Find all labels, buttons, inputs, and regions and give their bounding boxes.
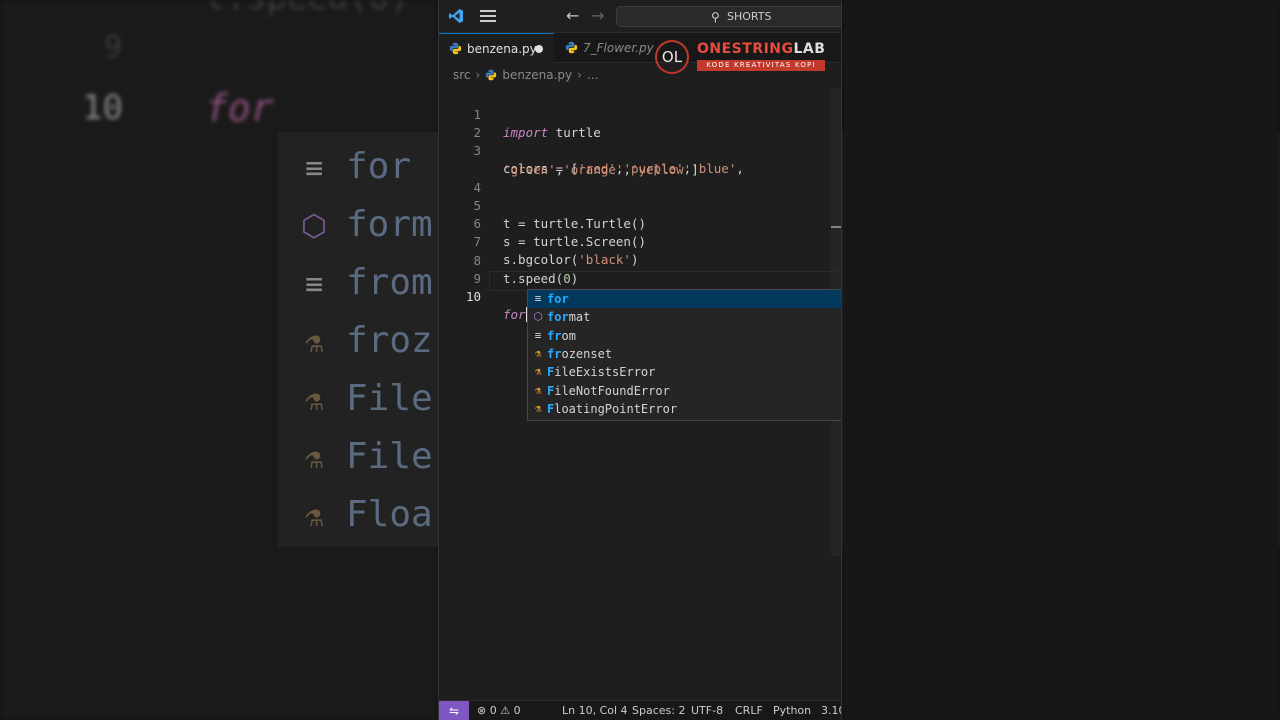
code-line: 4 (439, 161, 841, 195)
suggestion-item[interactable]: ⚗ FileExistsError (528, 363, 841, 381)
problems-indicator[interactable]: ⊗ 0 ⚠ 0 (477, 701, 521, 720)
watermark-logo: OL ONESTRINGLAB KODE KREATIVITAS KOPI (655, 38, 827, 76)
bg-suggest-row: ≡ for (304, 146, 412, 187)
python-version[interactable]: 3.10 (821, 701, 841, 720)
logo-subtitle: KODE KREATIVITAS KOPI (697, 60, 825, 71)
code-line: 3 colors = ['red','purple','blue', (439, 124, 841, 176)
code-line: 8 t.speed(0) (439, 234, 841, 286)
tab-benzena[interactable]: benzena.py (439, 33, 554, 63)
code-line: 2 (439, 106, 841, 140)
tab-label: benzena.py (467, 42, 537, 56)
warning-icon: ⚠ (500, 704, 511, 717)
keyword-icon: ≡ (534, 292, 542, 305)
unsaved-dot-icon[interactable] (535, 45, 543, 53)
read-more-icon[interactable] (841, 296, 842, 299)
back-arrow-icon[interactable]: ← (566, 6, 579, 25)
bg-suggest-row: ⚗ Floa (304, 494, 433, 535)
indentation[interactable]: Spaces: 2 (632, 701, 685, 720)
tab-label: 7_Flower.py (583, 41, 654, 55)
chevron-right-icon: › (475, 68, 481, 82)
code-line: 6 s = turtle.Screen() (439, 197, 841, 249)
code-line: 9 (439, 252, 841, 286)
scrollbar-marker (831, 226, 841, 228)
code-line: 7 s.bgcolor('black') (439, 215, 841, 267)
status-bar: ⇋ ⊗ 0 ⚠ 0 Ln 10, Col 4 Spaces: 2 UTF-8 C… (439, 700, 841, 720)
breadcrumb-more[interactable]: ... (587, 68, 598, 82)
suggestion-item[interactable]: ⚗ FileNotFoundError (528, 382, 841, 400)
title-bar: ← → ⚲ SHORTS (439, 0, 841, 33)
line-number: 10 (465, 289, 481, 304)
bg-code-top: t.speed(0) (205, 0, 410, 18)
class-icon: ⚗ (534, 365, 542, 379)
language-mode[interactable]: Python (773, 701, 811, 720)
command-center-label: SHORTS (727, 10, 772, 23)
keyword-icon: ≡ (534, 328, 542, 342)
encoding[interactable]: UTF-8 (691, 701, 723, 720)
code-line: 5 t = turtle.Turtle() (439, 179, 841, 231)
error-icon: ⊗ (477, 704, 487, 717)
tab-flower[interactable]: 7_Flower.py (557, 33, 667, 63)
bg-typed: for (205, 86, 274, 130)
code-line: 'green','orange','yellow'] (439, 143, 841, 177)
suggestion-item[interactable]: ⬡ format (528, 308, 841, 326)
bg-line-9: 9 (104, 30, 123, 65)
suggestion-item[interactable]: ⚗ FloatingPointError (528, 400, 841, 418)
python-file-icon (449, 42, 462, 55)
command-center-search[interactable]: ⚲ SHORTS (616, 6, 841, 27)
class-icon: ⚗ (534, 346, 542, 360)
bg-suggest-row: ≡ from (304, 262, 433, 303)
cursor-position[interactable]: Ln 10, Col 4 (562, 701, 628, 720)
logo-name: ONESTRINGLAB (697, 41, 826, 57)
bg-suggest-row: ⚗ File (304, 378, 433, 419)
class-icon: ⚗ (534, 401, 542, 415)
code-line: 1 import turtle (439, 88, 841, 140)
line-ending[interactable]: CRLF (735, 701, 763, 720)
suggestion-item[interactable]: ⚗ frozenset (528, 345, 841, 363)
code-text: for (503, 307, 527, 322)
breadcrumb-folder[interactable]: src (453, 68, 471, 82)
search-icon: ⚲ (711, 10, 720, 24)
suggestion-item[interactable]: ≡ from (528, 327, 841, 345)
breadcrumb-file[interactable]: benzena.py (502, 68, 572, 82)
bg-suggest-row: ⬡ form (300, 204, 433, 245)
python-file-icon (486, 69, 497, 81)
forward-arrow-icon[interactable]: → (591, 6, 604, 25)
blurred-background-right (842, 0, 1280, 720)
bg-line-10: 10 (82, 88, 123, 128)
chevron-right-icon: › (577, 68, 582, 82)
logo-initials: OL (655, 40, 689, 74)
python-file-icon (565, 41, 578, 54)
hamburger-menu-icon[interactable] (480, 10, 496, 22)
editor-window: ← → ⚲ SHORTS benzena.py 7_Flower.py OL O… (438, 0, 842, 720)
module-icon: ⬡ (533, 310, 543, 324)
class-icon: ⚗ (534, 383, 542, 397)
suggest-widget: ≡ for ⬡ format ≡ from ⚗ frozenset ⚗ File… (527, 289, 842, 421)
code-line-current: 10 for (439, 270, 841, 322)
suggestion-item[interactable]: ≡ for (528, 290, 842, 309)
vscode-logo-icon (449, 9, 463, 23)
bg-suggest-row: ⚗ File (304, 436, 433, 477)
remote-indicator-icon[interactable]: ⇋ (439, 701, 469, 720)
bg-suggest-row: ⚗ froz (304, 320, 433, 361)
breadcrumb: src › benzena.py ›... (453, 66, 598, 84)
